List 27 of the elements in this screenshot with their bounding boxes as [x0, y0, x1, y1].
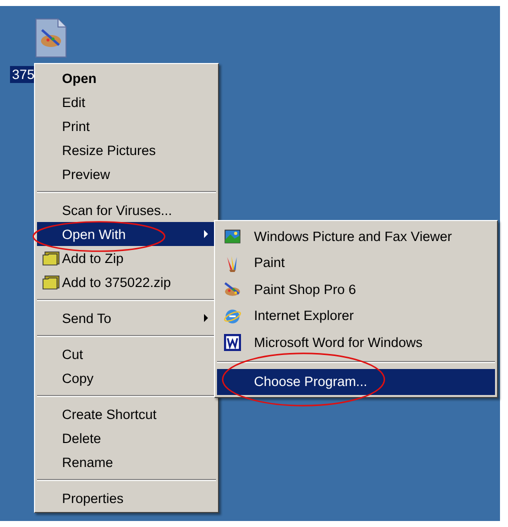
menu-item[interactable]: Resize Pictures: [37, 138, 216, 162]
menu-item[interactable]: Scan for Viruses...: [37, 198, 216, 222]
menu-item[interactable]: Paint Shop Pro 6: [217, 276, 495, 302]
menu-item[interactable]: Microsoft Word for Windows: [217, 329, 495, 356]
menu-item[interactable]: Paint: [217, 250, 495, 276]
menu-item[interactable]: Properties: [37, 486, 216, 510]
menu-item[interactable]: Edit: [37, 90, 216, 114]
menu-item[interactable]: Send To: [37, 306, 216, 330]
menu-item[interactable]: Copy: [37, 366, 216, 390]
menu-item[interactable]: Open With: [37, 222, 216, 246]
menu-item[interactable]: Cut: [37, 342, 216, 366]
globe-e-icon: [224, 308, 241, 324]
menu-item[interactable]: Add to Zip: [37, 246, 216, 270]
menu-item[interactable]: Print: [37, 114, 216, 138]
menu-item[interactable]: Preview: [37, 162, 216, 186]
menu-item[interactable]: Windows Picture and Fax Viewer: [217, 223, 495, 250]
menu-item[interactable]: Open: [37, 66, 216, 90]
palette-icon: [224, 281, 241, 298]
image-file-icon[interactable]: [34, 18, 68, 58]
menu-item[interactable]: Internet Explorer: [217, 302, 495, 329]
menu-item[interactable]: Choose Program...: [217, 368, 495, 395]
menu-item[interactable]: Delete: [37, 426, 216, 450]
landscape-icon: [224, 228, 241, 245]
document-w-icon: [224, 334, 241, 351]
menu-item[interactable]: Rename: [37, 450, 216, 474]
menu-item[interactable]: Create Shortcut: [37, 402, 216, 426]
menu-item[interactable]: Add to 375022.zip: [37, 270, 216, 294]
